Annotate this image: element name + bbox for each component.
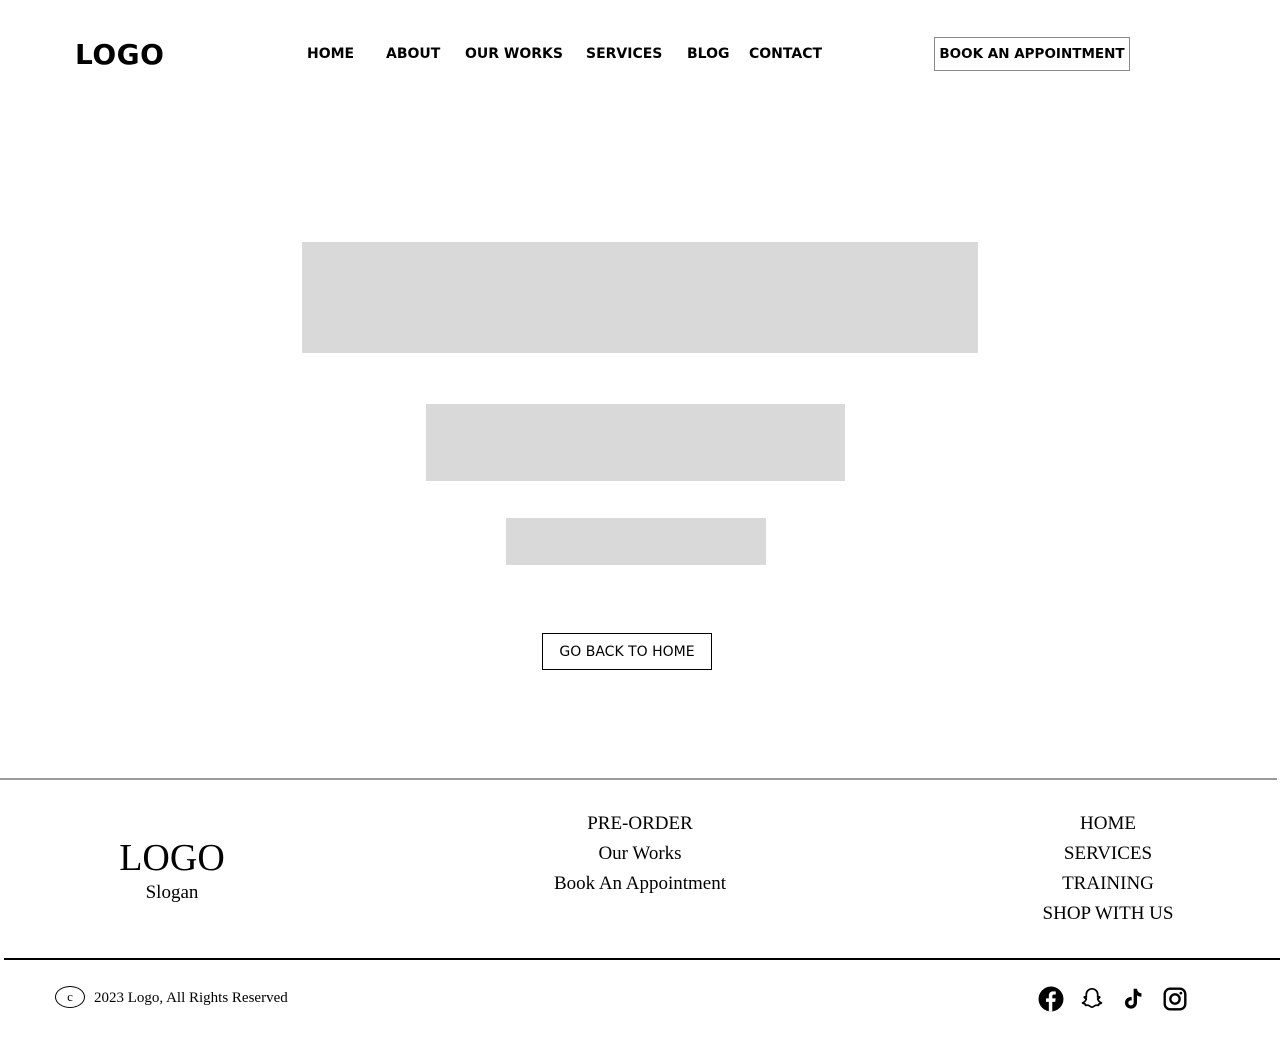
nav-services[interactable]: SERVICES [586,44,662,64]
instagram-icon[interactable] [1162,986,1188,1012]
footer-links-col2: HOME SERVICES TRAINING SHOP WITH US [1008,812,1208,932]
nav-our-works[interactable]: OUR WORKS [465,44,563,64]
go-back-home-button[interactable]: GO BACK TO HOME [542,633,712,670]
footer-slogan: Slogan [145,882,199,903]
snapchat-icon[interactable] [1079,986,1105,1012]
footer-link-shop[interactable]: SHOP WITH US [1008,902,1208,932]
text-placeholder [506,518,766,565]
footer-link-services[interactable]: SERVICES [1008,842,1208,872]
copyright-icon: c [55,986,85,1008]
facebook-icon[interactable] [1038,986,1064,1012]
footer-link-our-works[interactable]: Our Works [490,842,790,872]
footer-link-book-appointment[interactable]: Book An Appointment [490,872,790,902]
nav-blog[interactable]: BLOG [687,44,730,64]
subtitle-placeholder [426,404,845,481]
nav-about[interactable]: ABOUT [386,44,440,64]
title-placeholder [302,242,978,353]
copyright-text: 2023 Logo, All Rights Reserved [94,990,288,1006]
footer-link-training[interactable]: TRAINING [1008,872,1208,902]
header-logo[interactable]: LOGO [75,37,164,73]
footer-logo[interactable]: LOGO [72,836,272,880]
footer-bottom-divider [4,958,1280,960]
footer-link-pre-order[interactable]: PRE-ORDER [490,812,790,842]
footer-top-divider [0,778,1277,780]
footer-link-home[interactable]: HOME [1008,812,1208,842]
nav-contact[interactable]: CONTACT [749,44,822,64]
footer-links-col1: PRE-ORDER Our Works Book An Appointment [490,812,790,902]
nav-home[interactable]: HOME [307,44,354,64]
book-appointment-button[interactable]: BOOK AN APPOINTMENT [934,37,1130,71]
tiktok-icon[interactable] [1120,986,1146,1012]
